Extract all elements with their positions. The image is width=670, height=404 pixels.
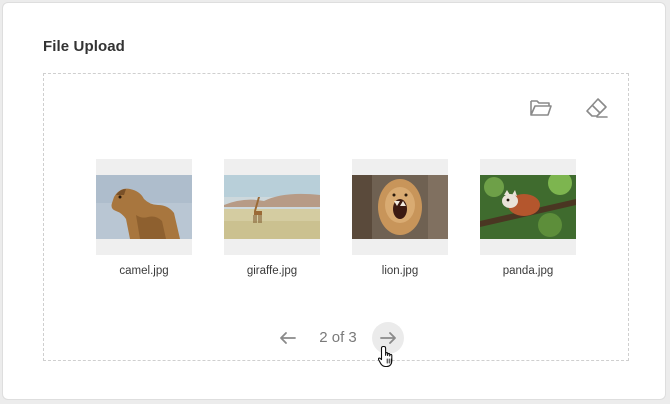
giraffe-thumbnail bbox=[224, 159, 320, 255]
lion-thumbnail bbox=[352, 159, 448, 255]
eraser-icon bbox=[586, 98, 608, 118]
file-item[interactable]: panda.jpg bbox=[480, 159, 576, 277]
file-name: lion.jpg bbox=[381, 265, 419, 277]
panda-thumbnail bbox=[480, 159, 576, 255]
pagination: 2 of 3 bbox=[272, 322, 412, 354]
file-drop-zone[interactable]: camel.jpg giraffe.jpg lion.jpg panda.jpg… bbox=[43, 73, 629, 361]
file-item[interactable]: giraffe.jpg bbox=[224, 159, 320, 277]
arrow-left-icon bbox=[280, 332, 296, 344]
page-indicator: 2 of 3 bbox=[319, 329, 357, 346]
arrow-right-icon bbox=[380, 332, 396, 344]
camel-thumbnail bbox=[96, 159, 192, 255]
file-thumbnail-list: camel.jpg giraffe.jpg lion.jpg panda.jpg bbox=[96, 159, 576, 289]
file-name: panda.jpg bbox=[502, 265, 554, 277]
file-item[interactable]: lion.jpg bbox=[352, 159, 448, 277]
file-item[interactable]: camel.jpg bbox=[96, 159, 192, 277]
previous-page-button[interactable] bbox=[272, 322, 304, 354]
clear-files-button[interactable] bbox=[583, 94, 611, 122]
file-upload-card: File Upload camel.jpg giraffe.jpg lion.j… bbox=[2, 2, 666, 400]
choose-files-button[interactable] bbox=[527, 94, 555, 122]
file-name: giraffe.jpg bbox=[246, 265, 298, 277]
folder-open-icon bbox=[530, 100, 552, 116]
card-title: File Upload bbox=[43, 38, 125, 55]
next-page-button[interactable] bbox=[372, 322, 404, 354]
file-name: camel.jpg bbox=[119, 265, 169, 277]
